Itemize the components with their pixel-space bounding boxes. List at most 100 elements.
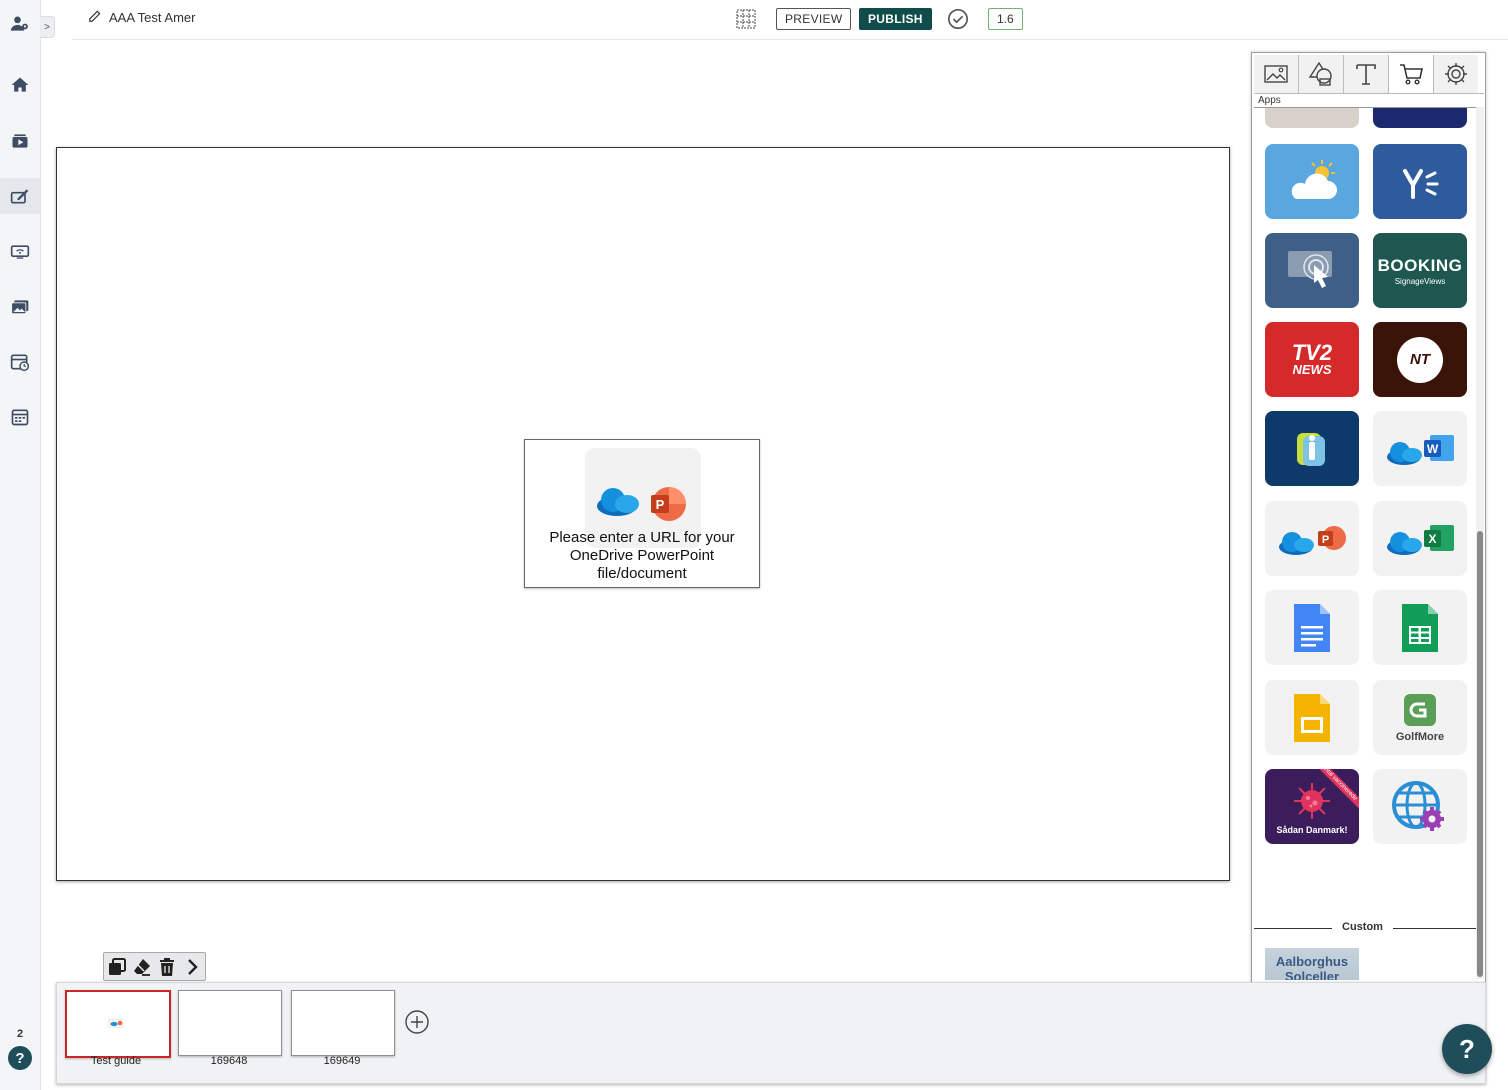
check-circle-icon[interactable] bbox=[947, 8, 969, 30]
app-tile-google-slides[interactable] bbox=[1265, 680, 1359, 755]
custom-app-title-line2: Solceller bbox=[1284, 969, 1340, 980]
media-icon[interactable] bbox=[0, 123, 40, 159]
app-tile-nt[interactable]: NT bbox=[1373, 322, 1467, 397]
golfmore-icon bbox=[1404, 693, 1436, 726]
apps-section-label: Apps bbox=[1258, 95, 1281, 106]
booking-title: BOOKING bbox=[1377, 255, 1463, 275]
onedrive-powerpoint-thumb-icon bbox=[108, 1018, 124, 1028]
app-tile-partial[interactable] bbox=[1265, 108, 1359, 128]
slide-thumbnail[interactable] bbox=[291, 990, 395, 1056]
gallery-icon[interactable] bbox=[0, 289, 40, 325]
widget-placeholder-text: Please enter a URL for your OneDrive Pow… bbox=[549, 529, 735, 582]
golfmore-label: GolfMore bbox=[1395, 730, 1445, 743]
eraser-icon[interactable] bbox=[132, 957, 152, 977]
svg-text:X: X bbox=[1428, 532, 1436, 546]
custom-section-label: Custom bbox=[1332, 921, 1393, 933]
document-title[interactable]: AAA Test Amer bbox=[109, 10, 195, 25]
app-tile-partial[interactable] bbox=[1373, 108, 1467, 128]
nt-logo: NT bbox=[1397, 336, 1443, 383]
apps-scrollbar[interactable] bbox=[1476, 107, 1484, 979]
app-tile-info[interactable] bbox=[1265, 411, 1359, 486]
svg-text:P: P bbox=[1322, 534, 1329, 546]
home-icon[interactable] bbox=[0, 67, 40, 103]
slide-label: 169649 bbox=[323, 1055, 361, 1067]
globe-gear-icon bbox=[1392, 780, 1444, 831]
slide-label: 169648 bbox=[210, 1055, 248, 1067]
help-icon[interactable]: ? bbox=[8, 1046, 32, 1070]
chevron-right-icon[interactable] bbox=[182, 957, 202, 977]
users-settings-icon[interactable] bbox=[0, 6, 40, 42]
display-icon[interactable] bbox=[0, 234, 40, 270]
preview-button[interactable]: PREVIEW bbox=[776, 8, 852, 30]
elements-panel: Apps BOOKING SignageViews TV2 NEWS NT W … bbox=[1251, 52, 1486, 984]
slide-timeline: Test guide 169648 169649 bbox=[56, 982, 1486, 1084]
grid-icon[interactable] bbox=[736, 9, 756, 29]
image-icon bbox=[1264, 65, 1288, 83]
gear-icon bbox=[1445, 63, 1467, 85]
news-label: NEWS bbox=[1292, 361, 1332, 377]
custom-app-aalborghus-solceller[interactable]: Aalborghus Solceller bbox=[1265, 948, 1359, 980]
app-tile-golfmore[interactable]: GolfMore bbox=[1373, 680, 1467, 755]
pencil-icon[interactable] bbox=[88, 9, 102, 23]
duplicate-icon[interactable] bbox=[107, 957, 127, 977]
image-tab[interactable] bbox=[1254, 55, 1299, 93]
svg-text:W: W bbox=[1427, 442, 1439, 456]
app-tile-covid[interactable]: Sådan Danmark! Antal vaccinerede bbox=[1265, 769, 1359, 844]
app-tile-onedrive-powerpoint[interactable]: P bbox=[1265, 501, 1359, 576]
publish-button[interactable]: PUBLISH bbox=[859, 8, 932, 30]
slide-canvas[interactable]: P Please enter a URL for your OneDrive P… bbox=[56, 147, 1230, 881]
slide-thumbnail[interactable] bbox=[178, 990, 282, 1056]
rail-expand-toggle[interactable]: > bbox=[40, 16, 55, 38]
cart-icon bbox=[1400, 64, 1423, 85]
touch-icon bbox=[1288, 250, 1332, 288]
settings-tab[interactable] bbox=[1434, 55, 1478, 93]
yammer-icon bbox=[1403, 168, 1439, 199]
app-tile-touch[interactable] bbox=[1265, 233, 1359, 308]
google-sheets-icon bbox=[1402, 603, 1438, 652]
apps-list[interactable]: BOOKING SignageViews TV2 NEWS NT W P X G… bbox=[1254, 107, 1476, 980]
app-tile-onedrive-word[interactable]: W bbox=[1373, 411, 1467, 486]
add-slide-icon[interactable] bbox=[405, 1010, 429, 1034]
app-tile-google-docs[interactable] bbox=[1265, 590, 1359, 665]
app-tile-google-sheets[interactable] bbox=[1373, 590, 1467, 665]
calendar-icon[interactable] bbox=[0, 399, 40, 435]
editor-icon[interactable] bbox=[0, 178, 40, 214]
slide-toolbar bbox=[103, 952, 206, 981]
panel-tabs bbox=[1254, 55, 1484, 94]
text-icon bbox=[1356, 64, 1376, 85]
help-button[interactable]: ? bbox=[1442, 1024, 1492, 1074]
shapes-icon bbox=[1308, 61, 1332, 86]
weather-icon bbox=[1291, 159, 1337, 199]
app-tile-booking[interactable]: BOOKING SignageViews bbox=[1373, 233, 1467, 308]
trash-icon[interactable] bbox=[157, 957, 177, 977]
app-tile-weather[interactable] bbox=[1265, 144, 1359, 219]
apps-tab[interactable] bbox=[1389, 55, 1434, 93]
top-bar: AAA Test Amer PREVIEW PUBLISH 1.6 bbox=[72, 0, 1508, 40]
onedrive-word-icon: W bbox=[1387, 434, 1454, 465]
info-icon bbox=[1297, 432, 1325, 466]
left-nav-rail: 2 ? bbox=[0, 0, 41, 1090]
schedule-icon[interactable] bbox=[0, 344, 40, 380]
slide-thumbnail-selected[interactable] bbox=[65, 990, 171, 1058]
covid-label: Sådan Danmark! bbox=[1276, 824, 1348, 835]
notification-count: 2 bbox=[16, 1028, 24, 1040]
onedrive-powerpoint-widget[interactable]: P Please enter a URL for your OneDrive P… bbox=[524, 439, 760, 588]
booking-subtitle: SignageViews bbox=[1394, 276, 1446, 286]
app-tile-web-settings[interactable] bbox=[1373, 769, 1467, 844]
text-tab[interactable] bbox=[1344, 55, 1389, 93]
app-tile-yammer[interactable] bbox=[1373, 144, 1467, 219]
svg-text:P: P bbox=[656, 497, 665, 512]
shapes-tab[interactable] bbox=[1299, 55, 1344, 93]
custom-app-title-line1: Aalborghus bbox=[1275, 954, 1349, 969]
virus-icon bbox=[1294, 782, 1330, 819]
scrollbar-thumb[interactable] bbox=[1477, 531, 1483, 977]
app-tile-tv2-news[interactable]: TV2 NEWS bbox=[1265, 322, 1359, 397]
app-tile-onedrive-excel[interactable]: X bbox=[1373, 501, 1467, 576]
google-slides-icon bbox=[1294, 693, 1330, 742]
version-badge[interactable]: 1.6 bbox=[988, 8, 1023, 30]
onedrive-powerpoint-icon: P bbox=[1279, 525, 1346, 555]
google-docs-icon bbox=[1294, 603, 1330, 652]
slide-label: Test guide bbox=[90, 1055, 142, 1067]
onedrive-excel-icon: X bbox=[1387, 524, 1454, 555]
nt-logo-text: NT bbox=[1410, 351, 1430, 368]
